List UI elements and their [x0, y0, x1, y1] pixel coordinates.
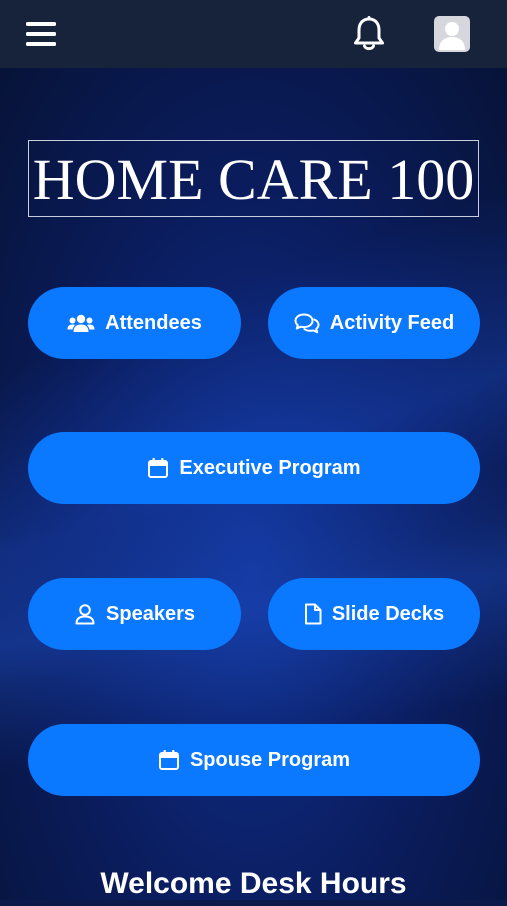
speakers-button[interactable]: Speakers — [28, 578, 241, 650]
attendees-button[interactable]: Attendees — [28, 287, 241, 359]
speakers-button-label: Speakers — [106, 602, 195, 625]
slide-decks-button-label: Slide Decks — [331, 602, 445, 625]
user-avatar-icon[interactable] — [434, 16, 470, 52]
top-app-bar — [0, 0, 507, 68]
home-care-100-logo: HOME CARE 100 — [28, 140, 479, 217]
hamburger-menu-icon[interactable] — [26, 20, 58, 48]
chat-bubbles-icon — [294, 312, 320, 334]
welcome-desk-hours-heading: Welcome Desk Hours — [100, 867, 407, 900]
activity-feed-button-label: Activity Feed — [329, 311, 455, 334]
executive-program-button-label: Executive Program — [179, 456, 361, 479]
users-icon — [67, 313, 95, 333]
calendar-icon — [158, 749, 180, 771]
user-icon — [74, 603, 96, 625]
file-icon — [304, 603, 322, 625]
bell-icon[interactable] — [351, 15, 387, 53]
calendar-icon — [147, 457, 169, 479]
activity-feed-button[interactable]: Activity Feed — [268, 287, 480, 359]
attendees-button-label: Attendees — [105, 311, 202, 334]
spouse-program-button[interactable]: Spouse Program — [28, 724, 480, 796]
executive-program-button[interactable]: Executive Program — [28, 432, 480, 504]
spouse-program-button-label: Spouse Program — [189, 748, 351, 771]
slide-decks-button[interactable]: Slide Decks — [268, 578, 480, 650]
